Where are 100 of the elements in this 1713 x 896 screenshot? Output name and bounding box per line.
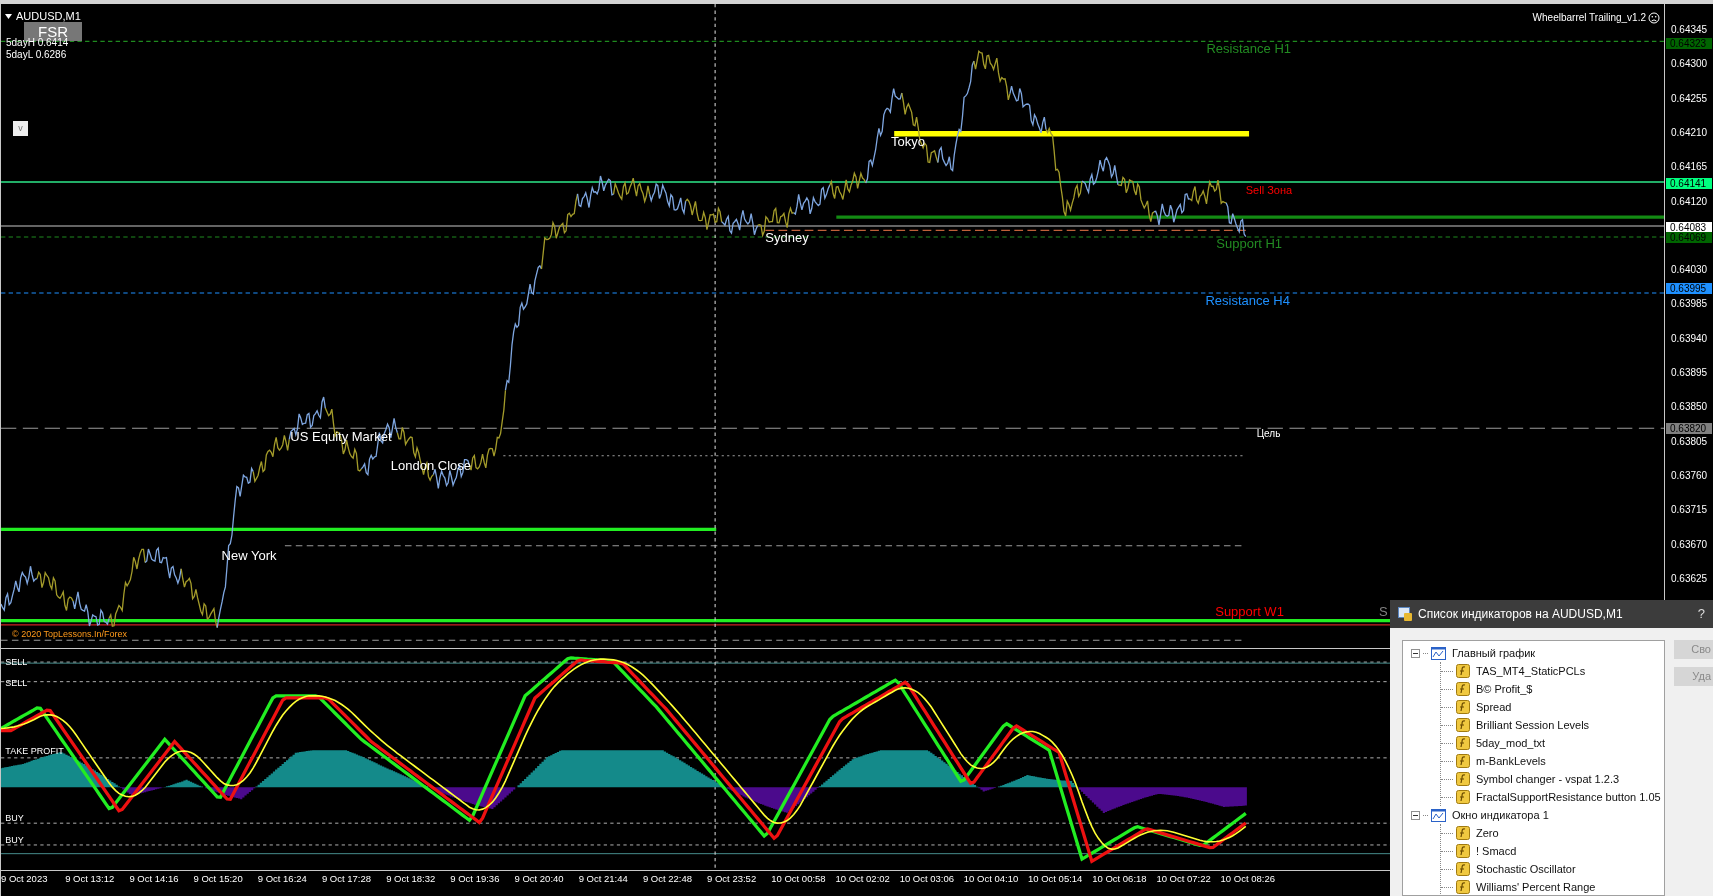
- time-label: 9 Oct 15:20: [193, 873, 244, 884]
- indicator-icon: [1456, 754, 1470, 768]
- tree-item[interactable]: m-BankLevels: [1441, 752, 1664, 770]
- time-label: 9 Oct 23:52: [707, 873, 758, 884]
- time-label: 9 Oct 19:36: [450, 873, 501, 884]
- price-tag: 0.63995: [1666, 283, 1712, 294]
- time-label: 9 Oct 21:44: [578, 873, 629, 884]
- price-tag: 0.64323: [1666, 38, 1712, 49]
- price-tag: 0.64141: [1666, 178, 1712, 189]
- time-label: 10 Oct 00:58: [771, 873, 827, 884]
- indicator-icon: [1456, 682, 1470, 696]
- price-tick: 0.63670: [1671, 538, 1708, 551]
- chart-label: Tokyo: [890, 134, 925, 148]
- chart-label: Цель: [1256, 429, 1281, 440]
- time-label: 9 Oct 20:40: [514, 873, 565, 884]
- toggle-button[interactable]: v: [13, 121, 28, 136]
- chart-label: Support H1: [1216, 236, 1283, 250]
- time-label: 9 Oct 16:24: [257, 873, 308, 884]
- time-label: 9 Oct 17:28: [321, 873, 373, 884]
- tree-item[interactable]: FractalSupportResistance button 1.05: [1441, 788, 1664, 806]
- time-label: 9 Oct 2023: [1, 873, 49, 884]
- time-label: 10 Oct 08:26: [1220, 873, 1276, 884]
- tree-item-label: m-BankLevels: [1476, 753, 1546, 769]
- tree-item-label: Zero: [1476, 825, 1499, 841]
- list-icon: [1398, 607, 1412, 621]
- indicator-icon: [1456, 664, 1470, 678]
- tree-item[interactable]: ! Smacd: [1441, 842, 1664, 860]
- price-tick: 0.64345: [1671, 24, 1708, 36]
- price-tick: 0.64210: [1671, 126, 1708, 139]
- tree-item[interactable]: B© Profit_$: [1441, 680, 1664, 698]
- tree-item-label: Brilliant Session Levels: [1476, 717, 1590, 733]
- tree-item[interactable]: Williams' Percent Range: [1441, 878, 1664, 895]
- tree-item[interactable]: Zero: [1441, 824, 1664, 842]
- indicator-icon: [1456, 700, 1470, 714]
- time-label: 9 Oct 14:16: [129, 873, 180, 884]
- tree-item-label: Symbol changer - vspat 1.2.3: [1476, 771, 1620, 787]
- collapse-icon[interactable]: [1411, 648, 1420, 658]
- chart-label: Resistance H1: [1206, 42, 1291, 56]
- indicator-icon: [1456, 844, 1470, 858]
- dialog-title: Список индикаторов на AUDUSD,M1: [1418, 606, 1623, 623]
- indicator-icon: [1456, 862, 1470, 876]
- time-label: 10 Oct 06:18: [1092, 873, 1148, 884]
- indicator-icon: [1456, 718, 1470, 732]
- tree-group[interactable]: Главный график: [1411, 644, 1664, 662]
- price-tick: 0.63985: [1671, 298, 1708, 311]
- help-button[interactable]: ?: [1697, 604, 1705, 624]
- five-day-low: 5dayL 0.6286: [6, 49, 67, 60]
- chart-label: Support W1: [1215, 605, 1284, 619]
- oscillator-level-label: SELL: [5, 678, 28, 689]
- price-tick: 0.63805: [1671, 435, 1708, 448]
- price-tick: 0.64030: [1671, 264, 1708, 277]
- tree-item-label: TAS_MT4_StaticPCLs: [1476, 663, 1586, 679]
- price-tick: 0.64165: [1671, 161, 1708, 174]
- price-tick: 0.64300: [1671, 58, 1708, 71]
- price-tick: 0.64120: [1671, 195, 1708, 208]
- chart-window-icon: [1431, 646, 1446, 660]
- price-tick: 0.63715: [1671, 504, 1708, 517]
- tree-item[interactable]: 5day_mod_txt: [1441, 734, 1664, 752]
- caret-icon: [5, 14, 12, 19]
- oscillator-level-label: BUY: [5, 813, 24, 824]
- time-label: 10 Oct 07:22: [1156, 873, 1212, 884]
- chart-window-icon: [1431, 808, 1446, 822]
- chart-label: S: [1379, 605, 1388, 619]
- tree-item-label: Spread: [1476, 699, 1512, 715]
- tree-item-label: ! Smacd: [1476, 843, 1517, 859]
- tree-item[interactable]: Symbol changer - vspat 1.2.3: [1441, 770, 1664, 788]
- tree-item-label: Stochastic Oscillator: [1476, 861, 1576, 877]
- indicator-icon: [1456, 826, 1470, 840]
- price-tag: 0.64069: [1666, 232, 1712, 243]
- indicator-icon: [1456, 880, 1470, 894]
- tree-group[interactable]: Окно индикатора 1: [1411, 806, 1664, 824]
- tree-item-label: 5day_mod_txt: [1476, 735, 1546, 751]
- chart-label: Sydney: [765, 231, 809, 245]
- time-label: 9 Oct 13:12: [65, 873, 116, 884]
- price-tick: 0.63760: [1671, 469, 1708, 482]
- tree-item[interactable]: Brilliant Session Levels: [1441, 716, 1664, 734]
- tree-item[interactable]: Stochastic Oscillator: [1441, 860, 1664, 878]
- time-label: 10 Oct 02:02: [835, 873, 891, 884]
- chart-label: Sell Зона: [1245, 185, 1293, 197]
- tree-group-label: Окно индикатора 1: [1452, 807, 1549, 823]
- time-label: 10 Oct 03:06: [899, 873, 956, 884]
- tree-item[interactable]: TAS_MT4_StaticPCLs: [1441, 662, 1664, 680]
- price-tick: 0.63940: [1671, 332, 1708, 345]
- indicator-icon: [1456, 790, 1470, 804]
- tree-item[interactable]: Spread: [1441, 698, 1664, 716]
- time-label: 10 Oct 04:10: [963, 873, 1020, 884]
- sad-face-icon: [1648, 12, 1660, 24]
- price-tick: 0.63625: [1671, 572, 1708, 585]
- expert-name: Wheelbarrel Trailing_v1.2: [1532, 12, 1646, 24]
- price-tick: 0.64255: [1671, 92, 1708, 105]
- chart-label: Resistance H4: [1205, 294, 1290, 308]
- symbol-text: AUDUSD,M1: [16, 10, 81, 23]
- oscillator-level-label: BUY: [5, 835, 24, 846]
- price-tick: 0.63850: [1671, 401, 1708, 414]
- collapse-icon[interactable]: [1411, 810, 1420, 820]
- copyright-text: © 2020 TopLessons.In/Forex: [12, 629, 128, 639]
- oscillator-level-label: TAKE PROFIT: [5, 745, 64, 756]
- price-tag: 0.63820: [1666, 423, 1712, 434]
- time-label: 9 Oct 18:32: [386, 873, 437, 884]
- time-label: 10 Oct 05:14: [1028, 873, 1084, 884]
